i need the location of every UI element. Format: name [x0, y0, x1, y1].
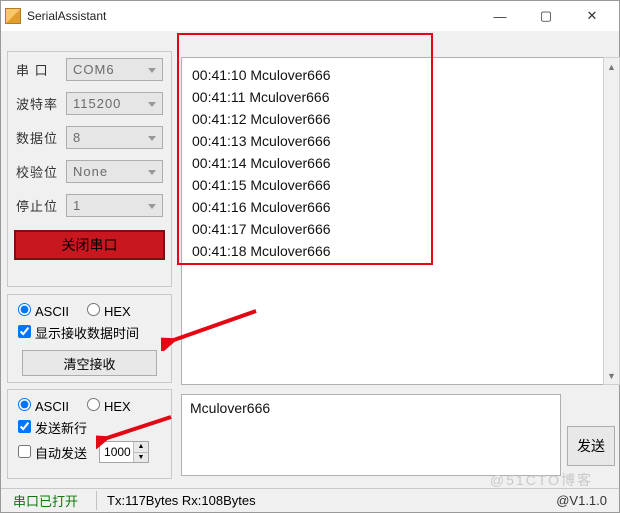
show-time-checkbox[interactable]: 显示接收数据时间: [18, 323, 139, 342]
rx-ascii-radio[interactable]: ASCII: [18, 303, 69, 319]
rx-hex-radio[interactable]: HEX: [87, 303, 131, 319]
parity-label: 校验位: [16, 162, 66, 181]
scroll-down-icon[interactable]: ▼: [604, 367, 619, 384]
close-port-button[interactable]: 关闭串口: [14, 230, 165, 260]
auto-send-checkbox[interactable]: 自动发送: [18, 443, 87, 462]
receive-content: 00:41:10 Mculover66600:41:11 Mculover666…: [182, 58, 603, 268]
window-title: SerialAssistant: [27, 9, 106, 23]
baud-combo[interactable]: 115200: [66, 92, 163, 115]
titlebar: SerialAssistant — ▢ ✕: [1, 1, 619, 31]
databits-label: 数据位: [16, 128, 66, 147]
serial-config-group: 串 口 COM6 波特率 115200 数据位 8 校验位 None 停止位 1…: [7, 51, 172, 287]
tx-ascii-radio[interactable]: ASCII: [18, 398, 69, 414]
app-window: SerialAssistant — ▢ ✕ 串 口 COM6 波特率 11520…: [0, 0, 620, 513]
auto-send-interval-input[interactable]: 1000 ▲▼: [99, 441, 149, 463]
spin-up-icon[interactable]: ▲: [133, 442, 148, 453]
tx-hex-radio[interactable]: HEX: [87, 398, 131, 414]
send-button[interactable]: 发送: [567, 426, 615, 466]
app-icon: [5, 8, 21, 24]
scroll-up-icon[interactable]: ▲: [604, 58, 619, 75]
clear-receive-button[interactable]: 清空接收: [22, 350, 157, 376]
version-label: @V1.1.0: [546, 493, 617, 508]
client-area: 串 口 COM6 波特率 115200 数据位 8 校验位 None 停止位 1…: [1, 31, 619, 512]
rx-options-group: ASCII HEX 显示接收数据时间 清空接收: [7, 294, 172, 383]
receive-scrollbar[interactable]: ▲ ▼: [603, 57, 620, 385]
status-bar: 串口已打开 Tx:117Bytes Rx:108Bytes @V1.1.0: [1, 488, 619, 512]
port-label: 串 口: [16, 60, 66, 79]
stopbits-label: 停止位: [16, 196, 66, 215]
parity-combo[interactable]: None: [66, 160, 163, 183]
send-textbox[interactable]: Mculover666: [181, 394, 561, 476]
databits-combo[interactable]: 8: [66, 126, 163, 149]
close-window-button[interactable]: ✕: [569, 2, 615, 30]
send-text-content: Mculover666: [182, 395, 560, 421]
receive-textbox[interactable]: 00:41:10 Mculover66600:41:11 Mculover666…: [181, 57, 603, 385]
maximize-button[interactable]: ▢: [523, 2, 569, 30]
tx-options-group: ASCII HEX 发送新行 自动发送 1000 ▲▼: [7, 389, 172, 479]
port-combo[interactable]: COM6: [66, 58, 163, 81]
port-state-label: 串口已打开: [3, 491, 97, 510]
baud-label: 波特率: [16, 94, 66, 113]
spin-down-icon[interactable]: ▼: [133, 453, 148, 463]
bytes-label: Tx:117Bytes Rx:108Bytes: [97, 493, 266, 508]
stopbits-combo[interactable]: 1: [66, 194, 163, 217]
minimize-button[interactable]: —: [477, 2, 523, 30]
send-newline-checkbox[interactable]: 发送新行: [18, 418, 87, 437]
